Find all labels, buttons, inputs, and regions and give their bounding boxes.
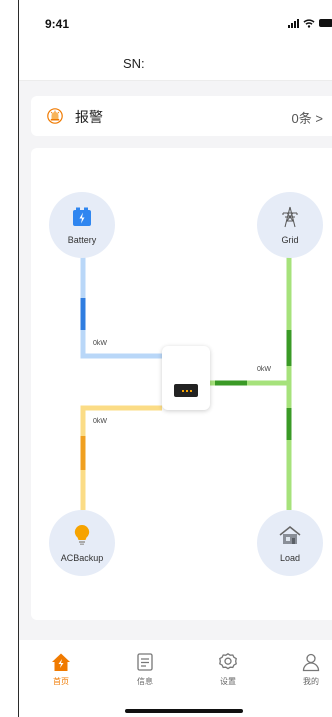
grid-power-value: 0kW [257, 366, 271, 373]
backup-label: ACBackup [60, 553, 104, 563]
battery-label: Battery [67, 235, 97, 245]
tab-profile[interactable]: 我的 [281, 652, 332, 687]
tab-info[interactable]: 信息 [115, 652, 175, 687]
lightbulb-icon [74, 524, 90, 545]
person-icon [302, 653, 320, 672]
tab-settings-label: 设置 [220, 677, 236, 686]
phone-screen: 9:41 SN: 报警 0条 > Battery Grid ACBackup L… [18, 0, 332, 717]
tab-home[interactable]: 首页 [31, 652, 91, 687]
house-icon [279, 526, 301, 544]
battery-power-value: 0kW [93, 340, 107, 347]
load-label: Load [279, 553, 301, 563]
home-indicator [125, 709, 243, 713]
tab-info-label: 信息 [137, 677, 153, 686]
gear-icon [219, 653, 237, 670]
power-tower-icon [282, 206, 298, 228]
tab-profile-label: 我的 [303, 677, 319, 686]
inverter-screen [174, 384, 198, 397]
grid-node[interactable]: Grid [257, 192, 323, 258]
home-icon [52, 653, 70, 671]
bottom-tab-bar: 首页 信息 设置 我的 [19, 640, 332, 717]
load-node[interactable]: Load [257, 510, 323, 576]
backup-power-value: 0kW [93, 418, 107, 425]
grid-label: Grid [281, 235, 299, 245]
battery-icon [73, 207, 91, 226]
tab-settings[interactable]: 设置 [198, 652, 258, 687]
tab-home-label: 首页 [53, 677, 69, 686]
document-icon [137, 653, 153, 671]
inverter-indicator-lights [182, 390, 184, 392]
inverter-device[interactable] [162, 346, 210, 410]
backup-node[interactable]: ACBackup [49, 510, 115, 576]
battery-node[interactable]: Battery [49, 192, 115, 258]
